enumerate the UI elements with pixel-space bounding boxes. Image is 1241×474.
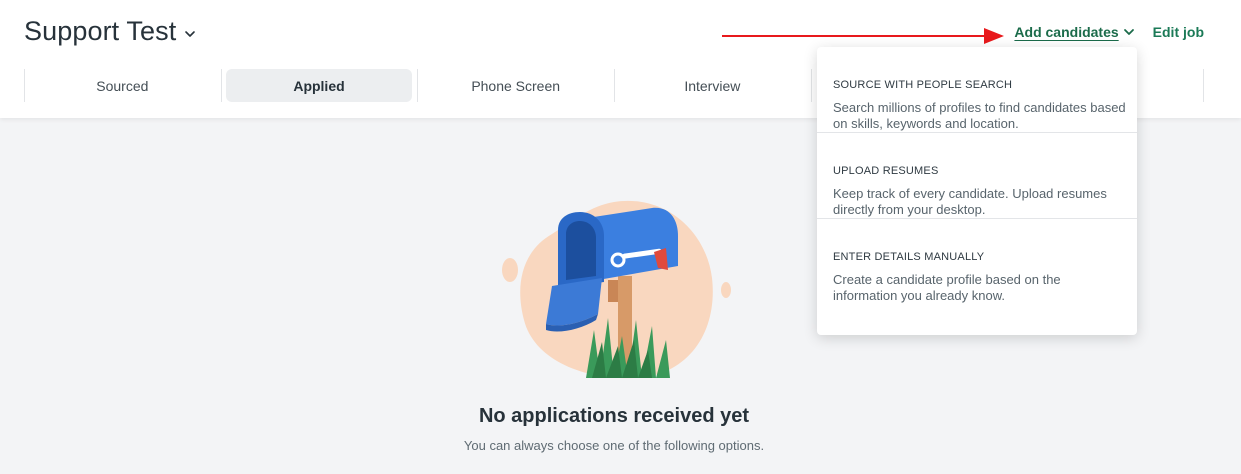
menu-item-heading: SOURCE WITH PEOPLE SEARCH xyxy=(833,79,1013,91)
empty-state-subtitle: You can always choose one of the followi… xyxy=(463,438,765,453)
red-arrow-annotation xyxy=(722,28,1004,44)
menu-item-heading: UPLOAD RESUMES xyxy=(833,165,939,177)
add-candidates-menu: SOURCE WITH PEOPLE SEARCH Search million… xyxy=(817,47,1137,335)
tab-phone-screen[interactable]: Phone Screen xyxy=(417,69,614,102)
tab-applied[interactable]: Applied xyxy=(220,69,418,102)
tab-sourced[interactable]: Sourced xyxy=(24,69,221,102)
menu-item-description: Keep track of every candidate. Upload re… xyxy=(833,186,1107,217)
menu-item-enter-manually[interactable]: ENTER DETAILS MANUALLY Create a candidat… xyxy=(817,219,1137,305)
edit-job-button[interactable]: Edit job xyxy=(1153,24,1204,40)
mailbox-illustration xyxy=(502,200,731,379)
job-title-selector[interactable]: Support Test xyxy=(24,16,196,47)
menu-item-description: Search millions of profiles to find cand… xyxy=(833,100,1126,131)
add-candidates-label: Add candidates xyxy=(1014,24,1119,40)
menu-item-heading: ENTER DETAILS MANUALLY xyxy=(833,251,985,263)
menu-item-people-search[interactable]: SOURCE WITH PEOPLE SEARCH Search million… xyxy=(817,47,1137,133)
tab-label: Applied xyxy=(293,77,345,94)
menu-item-upload-resumes[interactable]: UPLOAD RESUMES Keep track of every candi… xyxy=(817,133,1137,219)
tab-interview[interactable]: Interview xyxy=(614,69,811,102)
chevron-down-icon xyxy=(185,30,196,37)
chevron-down-icon xyxy=(1123,29,1134,35)
empty-state-title: No applications received yet xyxy=(478,405,750,427)
tab-label: Phone Screen xyxy=(471,77,561,94)
add-candidates-button[interactable]: Add candidates xyxy=(1014,24,1134,40)
tab-label: Interview xyxy=(684,77,741,94)
page-title: Support Test xyxy=(24,16,177,46)
header-actions: Add candidates Edit job xyxy=(1014,24,1204,40)
menu-item-description: Create a candidate profile based on the … xyxy=(833,272,1061,303)
tab-label: Sourced xyxy=(96,77,149,94)
